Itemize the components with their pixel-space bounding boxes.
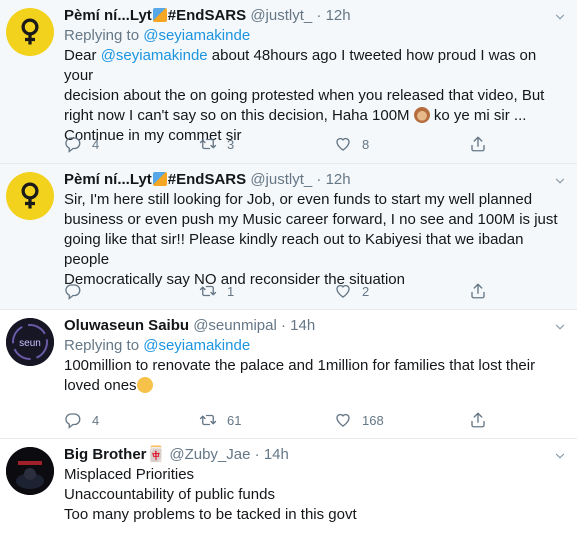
avatar[interactable] (6, 447, 54, 495)
separator-dot: · (254, 446, 260, 463)
like-icon (334, 135, 352, 153)
like-count: 168 (362, 412, 384, 428)
avatar[interactable] (6, 8, 54, 56)
tweet[interactable]: seun Oluwaseun Saibu @seunmipal · 14h Re… (0, 310, 577, 439)
share-icon (469, 135, 487, 153)
caret-down-icon[interactable] (553, 449, 567, 463)
avatar[interactable] (6, 172, 54, 220)
display-name[interactable]: Big Brother🀄 (64, 446, 165, 463)
reply-icon (64, 282, 82, 300)
timestamp[interactable]: 14h (290, 317, 315, 334)
user-handle[interactable]: @Zuby_Jae (169, 446, 250, 463)
tweet-text: 100million to renovate the palace and 1m… (64, 357, 536, 394)
mention-link[interactable]: @seyiamakinde (101, 47, 208, 64)
venus-icon (15, 17, 45, 47)
share-button[interactable] (469, 282, 497, 300)
tweet-header: Big Brother🀄 @Zuby_Jae · 14h (64, 445, 563, 465)
display-name[interactable]: Oluwaseun Saibu (64, 317, 189, 334)
tweet[interactable]: Pèmí ní...Lyt #EndSARS @justlyt_ · 12h Re… (0, 0, 577, 164)
timestamp[interactable]: 12h (326, 7, 351, 24)
reply-button[interactable]: 4 (64, 411, 99, 429)
retweet-button[interactable]: 3 (199, 135, 234, 153)
tweet-header: Oluwaseun Saibu @seunmipal · 14h (64, 316, 563, 336)
tweet[interactable]: Big Brother🀄 @Zuby_Jae · 14h Misplaced P… (0, 439, 577, 536)
separator-dot: · (316, 7, 322, 24)
like-button[interactable]: 2 (334, 282, 369, 300)
tweet-text: Dear @seyiamakinde about 48hours ago I t… (64, 47, 545, 144)
retweet-icon (199, 411, 217, 429)
reply-count: 4 (92, 136, 100, 152)
share-icon (469, 411, 487, 429)
retweet-icon (199, 135, 217, 153)
avatar[interactable]: seun (6, 318, 54, 366)
share-button[interactable] (469, 411, 497, 429)
replying-to-mention[interactable]: @seyiamakinde (143, 27, 250, 44)
share-button[interactable] (469, 135, 497, 153)
profile-photo (6, 447, 54, 495)
tweet-text: Misplaced Priorities Unaccountability of… (64, 466, 357, 523)
svg-text:seun: seun (19, 338, 41, 349)
tweet-actions: 4 61 168 (64, 411, 534, 429)
tweet-actions: 4 3 8 (64, 135, 534, 153)
reply-button[interactable]: 4 (64, 135, 99, 153)
flag-emoji-icon (152, 172, 167, 186)
caret-down-icon[interactable] (553, 174, 567, 188)
user-handle[interactable]: @seunmipal (193, 317, 277, 334)
like-button[interactable]: 8 (334, 135, 369, 153)
retweet-count: 1 (227, 283, 235, 299)
separator-dot: · (316, 171, 322, 188)
share-icon (469, 282, 487, 300)
monkey-emoji-icon (413, 107, 430, 123)
caret-down-icon[interactable] (553, 10, 567, 24)
tweet-header: Pèmí ní...Lyt #EndSARS @justlyt_ · 12h (64, 6, 563, 26)
caret-down-icon[interactable] (553, 320, 567, 334)
timestamp[interactable]: 12h (326, 171, 351, 188)
replying-to: Replying to @seyiamakinde (64, 337, 251, 354)
flag-emoji-icon (152, 8, 167, 22)
separator-dot: · (280, 317, 286, 334)
like-button[interactable]: 168 (334, 411, 384, 429)
retweet-button[interactable]: 61 (199, 411, 241, 429)
display-name[interactable]: Pèmí ní...Lyt #EndSARS (64, 7, 246, 24)
reply-count: 4 (92, 412, 100, 428)
reply-button[interactable] (64, 282, 92, 300)
tweet-text: Sir, I'm here still looking for Job, or … (64, 191, 558, 288)
replying-to: Replying to @seyiamakinde (64, 27, 251, 44)
timestamp[interactable]: 14h (264, 446, 289, 463)
retweet-count: 61 (227, 412, 242, 428)
retweet-count: 3 (227, 136, 235, 152)
retweet-button[interactable]: 1 (199, 282, 234, 300)
display-name[interactable]: Pèmí ní...Lyt #EndSARS (64, 171, 246, 188)
reply-icon (64, 135, 82, 153)
profile-photo: seun (6, 318, 54, 366)
like-icon (334, 282, 352, 300)
like-count: 2 (362, 283, 370, 299)
tweet-actions: 1 2 (64, 282, 534, 300)
tweet-header: Pèmí ní...Lyt #EndSARS @justlyt_ · 12h (64, 170, 563, 190)
tweet[interactable]: Pèmí ní...Lyt #EndSARS @justlyt_ · 12h Si… (0, 164, 577, 310)
retweet-icon (199, 282, 217, 300)
venus-icon (15, 181, 45, 211)
user-handle[interactable]: @justlyt_ (250, 171, 312, 188)
replying-to-mention[interactable]: @seyiamakinde (143, 337, 250, 354)
like-icon (334, 411, 352, 429)
user-handle[interactable]: @justlyt_ (250, 7, 312, 24)
thinking-emoji-icon (136, 377, 153, 393)
like-count: 8 (362, 136, 370, 152)
reply-icon (64, 411, 82, 429)
